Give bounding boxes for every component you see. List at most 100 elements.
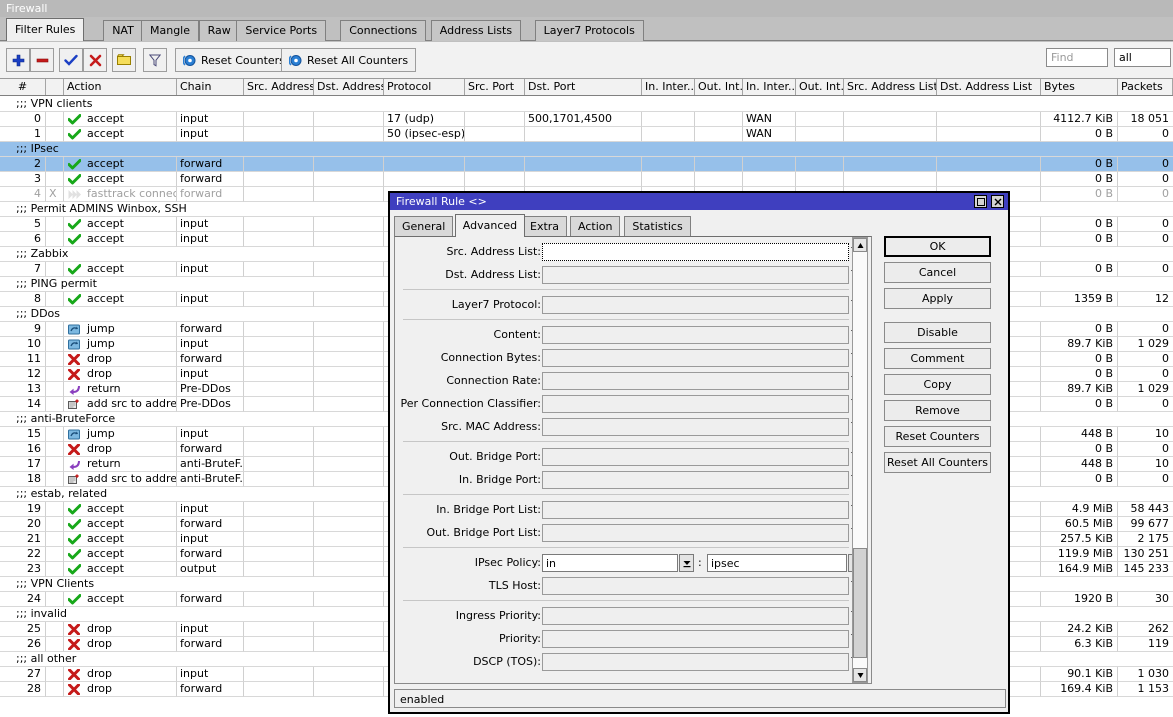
table-cell-action: drop xyxy=(64,682,177,697)
close-icon[interactable] xyxy=(991,195,1004,208)
column-header[interactable]: Chain xyxy=(177,79,244,95)
reset-all-counters-button[interactable]: Reset All Counters xyxy=(281,48,417,72)
field-input[interactable] xyxy=(542,577,849,595)
ipsec-policy-direction-dropdown[interactable] xyxy=(679,554,694,572)
field-input[interactable] xyxy=(542,243,849,261)
filter-scope-select[interactable]: all xyxy=(1114,48,1171,67)
dialog-tab-statistics[interactable]: Statistics xyxy=(624,216,691,237)
column-header[interactable]: In. Inter... xyxy=(743,79,796,95)
cell-value: 130 251 xyxy=(1123,547,1170,560)
ipsec-policy-direction-input[interactable]: in xyxy=(542,554,678,572)
table-cell-flag xyxy=(46,547,64,562)
table-cell-flag xyxy=(46,517,64,532)
table-cell-dst-addr xyxy=(314,172,384,187)
ok-button[interactable]: OK xyxy=(884,236,991,257)
dialog-tab-label: Extra xyxy=(530,220,560,233)
field-input[interactable] xyxy=(542,418,849,436)
field-input[interactable] xyxy=(542,653,849,671)
maximize-icon[interactable] xyxy=(974,195,987,208)
remove-button[interactable] xyxy=(30,48,54,72)
ipsec-policy-value-input[interactable]: ipsec xyxy=(707,554,847,572)
scroll-up-button[interactable] xyxy=(853,238,867,252)
table-comment-row[interactable]: ;;; IPsec xyxy=(0,142,1173,157)
field-input[interactable] xyxy=(542,296,849,314)
table-cell-flag xyxy=(46,217,64,232)
column-header[interactable]: # xyxy=(0,79,46,95)
dialog-tab-extra[interactable]: Extra xyxy=(522,216,568,237)
table-row[interactable]: 2 accept forward 0 B 0 xyxy=(0,157,1173,172)
field-group-divider xyxy=(403,494,849,495)
column-header[interactable]: Dst. Port xyxy=(525,79,642,95)
field-input[interactable] xyxy=(542,501,849,519)
window-tab-connections[interactable]: Connections xyxy=(340,20,427,41)
window-tab-nat[interactable]: NAT xyxy=(103,20,143,41)
reset-counters-button[interactable]: Reset Counters xyxy=(884,426,991,447)
dialog-tab-advanced[interactable]: Advanced xyxy=(454,214,526,237)
scrollbar-thumb[interactable] xyxy=(853,548,867,658)
table-cell-src-addr xyxy=(244,337,314,352)
field-input[interactable] xyxy=(542,395,849,413)
field-input[interactable] xyxy=(542,372,849,390)
copy-button[interactable]: Copy xyxy=(884,374,991,395)
window-tab-service-ports[interactable]: Service Ports xyxy=(236,20,327,41)
table-cell-src-addr xyxy=(244,667,314,682)
dialog-scrollbar[interactable] xyxy=(852,237,868,683)
window-tab-filter-rules[interactable]: Filter Rules xyxy=(6,18,85,41)
field-input[interactable] xyxy=(542,349,849,367)
field-input[interactable] xyxy=(542,266,849,284)
filter-button[interactable] xyxy=(143,48,167,72)
dialog-tab-general[interactable]: General xyxy=(394,216,454,237)
apply-button[interactable]: Apply xyxy=(884,288,991,309)
scroll-down-button[interactable] xyxy=(853,668,867,682)
window-tab-address-lists[interactable]: Address Lists xyxy=(430,20,522,41)
reset-all-counters-button[interactable]: Reset All Counters xyxy=(884,452,991,473)
column-header[interactable]: Action xyxy=(64,79,177,95)
table-row[interactable]: 0 accept input 17 (udp) 500,1701,4500 WAN 4112… xyxy=(0,112,1173,127)
window-tab-raw[interactable]: Raw xyxy=(198,20,240,41)
window-tab-mangle[interactable]: Mangle xyxy=(141,20,200,41)
dialog-tab-action[interactable]: Action xyxy=(570,216,621,237)
reset-counters-button[interactable]: Reset Counters xyxy=(175,48,293,72)
column-header[interactable]: In. Inter... xyxy=(642,79,695,95)
table-row[interactable]: 1 accept input 50 (ipsec-esp) WAN 0 B 0 xyxy=(0,127,1173,142)
table-cell-chain: forward xyxy=(177,517,244,532)
table-cell-src-port xyxy=(465,127,525,142)
column-header[interactable]: Out. Int... xyxy=(796,79,844,95)
column-header[interactable]: Dst. Address List xyxy=(937,79,1041,95)
field-input[interactable] xyxy=(542,326,849,344)
column-header[interactable]: Out. Int... xyxy=(695,79,743,95)
field-input[interactable] xyxy=(542,524,849,542)
disable-button[interactable] xyxy=(83,48,107,72)
cancel-button[interactable]: Cancel xyxy=(884,262,991,283)
column-header[interactable]: Src. Address xyxy=(244,79,314,95)
field-input[interactable] xyxy=(542,607,849,625)
column-header[interactable]: Src. Address List xyxy=(844,79,937,95)
disable-button[interactable]: Disable xyxy=(884,322,991,343)
add-button[interactable] xyxy=(6,48,30,72)
window-tab-layer7-protocols[interactable]: Layer7 Protocols xyxy=(534,20,644,41)
field-input[interactable] xyxy=(542,471,849,489)
table-cell-src-addr xyxy=(244,517,314,532)
enable-button[interactable] xyxy=(59,48,83,72)
comment-button[interactable] xyxy=(112,48,136,72)
table-comment-row[interactable]: ;;; VPN clients xyxy=(0,97,1173,112)
scrollbar-track[interactable] xyxy=(853,252,867,668)
field-input[interactable] xyxy=(542,630,849,648)
field-input[interactable] xyxy=(542,448,849,466)
table-cell-bytes: 0 B xyxy=(1041,472,1118,487)
column-header[interactable]: Packets xyxy=(1118,79,1173,95)
find-input[interactable]: Find xyxy=(1046,48,1108,67)
column-header[interactable]: Src. Port xyxy=(465,79,525,95)
comment-button[interactable]: Comment xyxy=(884,348,991,369)
column-header[interactable]: Bytes xyxy=(1041,79,1118,95)
table-cell-src-port xyxy=(465,172,525,187)
cell-value: 18 051 xyxy=(1130,112,1170,125)
table-cell-packets: 262 xyxy=(1118,622,1173,637)
column-header-label: In. Inter... xyxy=(645,80,695,93)
table-cell-dst-addr xyxy=(314,547,384,562)
column-header[interactable]: Dst. Address xyxy=(314,79,384,95)
remove-button[interactable]: Remove xyxy=(884,400,991,421)
column-header[interactable] xyxy=(46,79,64,95)
table-row[interactable]: 3 accept forward 0 B 0 xyxy=(0,172,1173,187)
column-header[interactable]: Protocol xyxy=(384,79,465,95)
